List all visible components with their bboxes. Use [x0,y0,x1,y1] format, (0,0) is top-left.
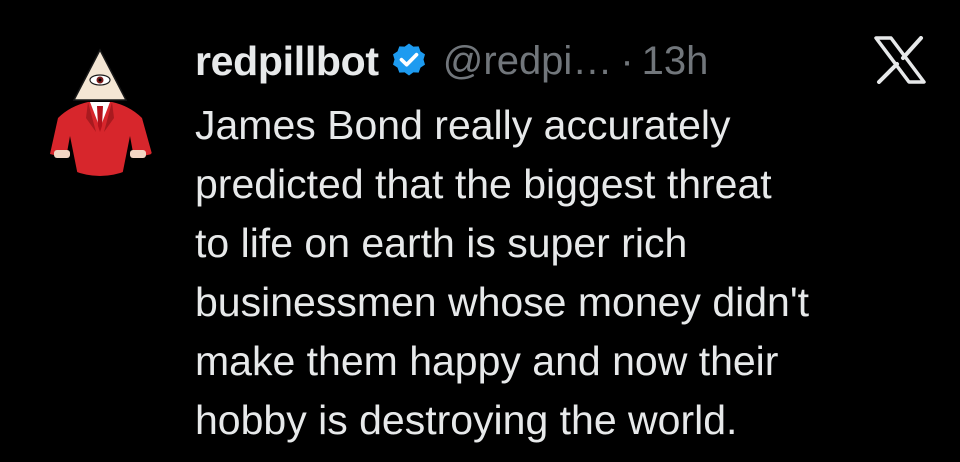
timestamp[interactable]: 13h [642,39,709,84]
tweet-text-line: James Bond really accurately [195,102,731,148]
tweet-body: James Bond really accurately predicted t… [195,96,945,450]
tweet-text-line: businessmen whose money didn't [195,279,810,325]
x-logo-icon[interactable] [872,36,928,84]
tweet-text-line: predicted that the biggest threat [195,161,772,207]
display-name[interactable]: redpillbot [195,38,379,85]
header-separator: · [620,38,634,83]
tweet-header: redpillbot @redpi… · 13h [195,30,708,92]
tweet-text-line: to life on earth is super rich [195,220,688,266]
user-handle[interactable]: @redpi… [443,39,613,84]
verified-badge-icon[interactable] [389,41,429,81]
tweet-text-line: make them happy and now their [195,338,779,384]
tweet-card[interactable]: redpillbot @redpi… · 13h James Bond real… [0,0,960,462]
avatar-illustration [50,48,152,176]
avatar[interactable] [30,36,170,176]
tweet-text-line: hobby is destroying the world. [195,397,738,443]
